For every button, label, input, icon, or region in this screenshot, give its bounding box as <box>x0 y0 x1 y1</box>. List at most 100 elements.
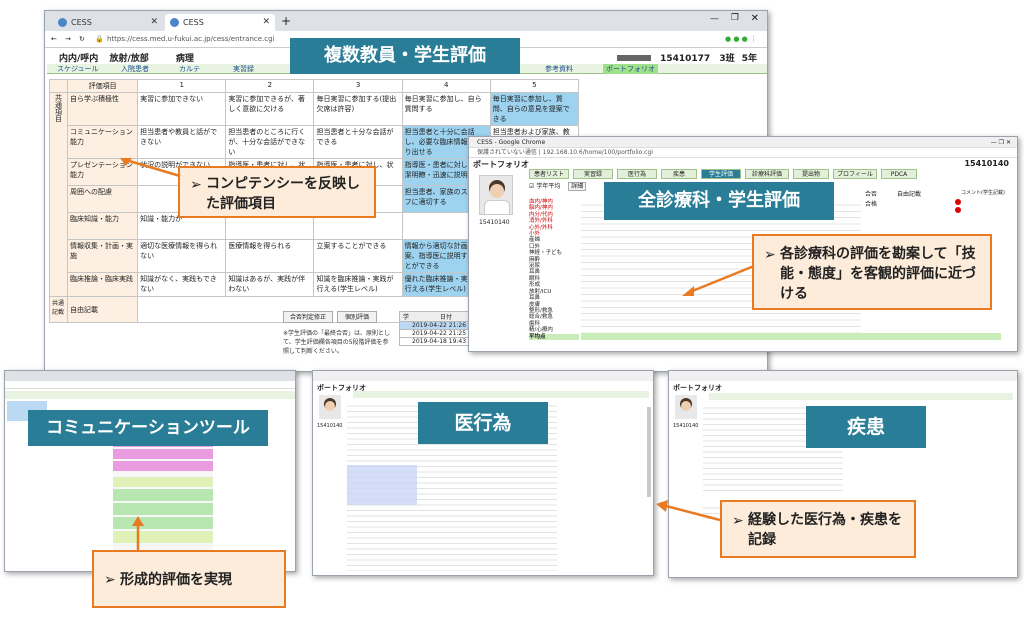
tab-strip: CESS ✕ CESS ✕ + — ❐ ✕ <box>45 11 767 31</box>
portfolio-title: CESS - Google Chrome <box>477 139 546 146</box>
callout-skills-text: 各診療科の評価を勘案して「技能・態度」を客観的評価に近づける <box>780 246 976 302</box>
checkbox-icon[interactable]: ☑ <box>529 183 534 190</box>
nav-pdca[interactable]: PDCA <box>881 169 917 179</box>
header-4: 4 <box>401 79 491 93</box>
nav-dept-eval[interactable]: 診療科評価 <box>745 169 789 179</box>
year-label: 5年 <box>741 54 757 64</box>
callout-arrow-3 <box>132 516 144 552</box>
tab-title: CESS <box>71 18 92 27</box>
student-info: 15410177 3班 5年 <box>616 51 757 64</box>
menu-portfolio[interactable]: ポートフォリオ <box>603 64 658 74</box>
menu-schedule[interactable]: スケジュール <box>57 64 99 74</box>
table-row: 共通項目 自ら学ぶ積極性 実習に参加できない 実習に参加できるが、著しく意欲に欠… <box>48 92 580 297</box>
dept-tab-3[interactable]: 病理 <box>176 54 194 64</box>
comment-head: コメント(学生記載) <box>961 190 1005 196</box>
note-text: ※学生評価の「最終合否」は、原則として、学生評価欄各項目の5段階評価を参照して判… <box>283 330 391 355</box>
pass-button[interactable]: 合否判定修正 <box>283 311 333 323</box>
row-cell[interactable]: 立案することができる <box>313 239 403 273</box>
header-1: 1 <box>137 79 227 93</box>
acts-avatar <box>319 395 341 419</box>
alert-icon <box>955 207 961 213</box>
callout-record-text: 経験した医行為・疾患を記録 <box>748 512 902 548</box>
dept-tab-2[interactable]: 放射/放部 <box>109 54 148 64</box>
row-cell[interactable]: 知識を臨床推論・実践が行える(学生レベル) <box>313 272 403 297</box>
back-icon[interactable]: ← <box>51 31 57 48</box>
portfolio-url[interactable]: 保護されていない通信 | 192.168.10.6/home/100/portf… <box>469 148 1017 158</box>
portfolio-student-id: 15410140 <box>964 159 1009 168</box>
nav-student-eval[interactable]: 学生評価 <box>701 169 741 179</box>
nav-profile[interactable]: プロフィール <box>833 169 877 179</box>
maximize-icon[interactable]: ❐ <box>731 13 739 23</box>
pass-col-head: 合否 <box>865 191 878 198</box>
window-controls-icon[interactable]: — ❐ ✕ <box>991 137 1011 148</box>
close-tab-icon[interactable]: ✕ <box>262 14 270 31</box>
close-window-icon[interactable]: ✕ <box>751 13 759 24</box>
nav-diseases[interactable]: 疾患 <box>661 169 697 179</box>
new-tab-icon[interactable]: + <box>281 14 291 28</box>
nav-submissions[interactable]: 提出物 <box>793 169 829 179</box>
avatar-student-id: 15410140 <box>479 219 510 226</box>
portfolio-heading: ポートフォリオ <box>473 160 529 169</box>
row-cell[interactable]: 医療情報を得られる <box>225 239 315 273</box>
row-cell[interactable]: 毎日実習に参加し、自ら質問する <box>401 92 491 126</box>
menu-karte[interactable]: カルテ <box>179 64 200 74</box>
row-cell[interactable]: 実習に参加できない <box>137 92 227 126</box>
acts-student-id: 15410140 <box>317 423 343 429</box>
dept-list: 血内/神内 脳内/神内 内分/代内 消外/外科 心外/外科 小外 産婦 口外 神… <box>529 199 579 340</box>
lock-icon: 🔒 <box>95 35 104 43</box>
detail-button[interactable]: 詳細 <box>568 182 587 191</box>
browser-tab-2[interactable]: CESS ✕ <box>165 14 275 31</box>
row-cell[interactable]: 知識はあるが、実践が伴わない <box>225 272 315 297</box>
row-item: 情報収集・計画・実施 <box>67 239 139 273</box>
url-field[interactable]: https://cess.med.u-fukui.ac.jp/cess/entr… <box>107 31 275 48</box>
nav-patients[interactable]: 患者リスト <box>529 169 569 179</box>
nav-acts[interactable]: 医行為 <box>617 169 657 179</box>
portfolio-titlebar: CESS - Google Chrome — ❐ ✕ <box>469 137 1017 148</box>
forward-icon[interactable]: → <box>65 31 71 48</box>
callout-formative: ➢ 形成的評価を実現 <box>92 550 286 608</box>
dept-tab-1[interactable]: 内内/呼内 <box>59 54 98 64</box>
comm-menu <box>5 391 295 399</box>
extension-icons[interactable]: ● ● ● ⋮ <box>725 31 757 48</box>
dis-heading: ポートフォリオ <box>673 384 722 392</box>
message-thread <box>113 429 213 553</box>
row-cell[interactable]: 担当患者のところに行くが、十分な会話ができない <box>225 125 315 159</box>
row-item: 臨床知識・能力 <box>67 212 139 240</box>
group-header-blank <box>48 79 69 93</box>
row-cell[interactable]: 担当患者と十分な会話ができる <box>313 125 403 159</box>
date-head-a: 学 <box>402 314 409 321</box>
row-cell[interactable]: 実習に参加できるが、著しく意欲に欠ける <box>225 92 315 126</box>
menu-inpatients[interactable]: 入院患者 <box>121 64 149 74</box>
grade-average-toggle[interactable]: ☑ 学年平均 詳細 <box>529 181 587 191</box>
portfolio-nav: 患者リスト 実習録 医行為 疾患 学生評価 診療科評価 提出物 プロフィール P… <box>529 169 1009 179</box>
dis-avatar <box>675 395 697 419</box>
nav-records[interactable]: 実習録 <box>573 169 613 179</box>
acts-scrollbar[interactable] <box>647 407 651 497</box>
free-col-head: 自由記載 <box>897 191 922 198</box>
grade-average-label: 学年平均 <box>536 183 561 190</box>
close-tab-icon[interactable]: ✕ <box>150 14 158 31</box>
header-2: 2 <box>225 79 315 93</box>
menu-references[interactable]: 参考資料 <box>545 64 573 74</box>
minimize-icon[interactable]: — <box>710 14 719 24</box>
callout-formative-text: 形成的評価を実現 <box>120 572 232 588</box>
row-cell[interactable]: 適切な医療情報を得られない <box>137 239 227 273</box>
callout-record: ➢ 経験した医行為・疾患を記録 <box>720 500 916 558</box>
label-comm-tool: コミュニケーションツール <box>28 410 268 446</box>
student-name-redacted <box>616 55 651 61</box>
free-item: 自由記載 <box>67 296 139 323</box>
reload-icon[interactable]: ↻ <box>79 31 85 48</box>
menu-records[interactable]: 実習録 <box>233 64 254 74</box>
row-cell-selected[interactable]: 毎日実習に参加し、質問、自らの意見を提案できる <box>489 92 580 126</box>
row-item: 臨床推論・臨床実践 <box>67 272 139 297</box>
comm-tool-window <box>4 370 296 572</box>
browser-tab-1[interactable]: CESS ✕ <box>53 14 163 31</box>
arrow-bullet-icon: ➢ <box>104 572 116 588</box>
label-multi-teacher: 複数教員・学生評価 <box>290 38 520 74</box>
individual-eval-button[interactable]: 個別評価 <box>337 311 377 323</box>
callout-competency-text: コンピテンシーを反映した評価項目 <box>206 176 360 212</box>
header-3: 3 <box>313 79 403 93</box>
row-cell[interactable]: 知識がなく、実践もできない <box>137 272 227 297</box>
callout-skills: ➢ 各診療科の評価を勘案して「技能・態度」を客観的評価に近づける <box>752 234 992 310</box>
row-cell[interactable]: 毎日実習に参加する(提出欠席は許容) <box>313 92 403 126</box>
